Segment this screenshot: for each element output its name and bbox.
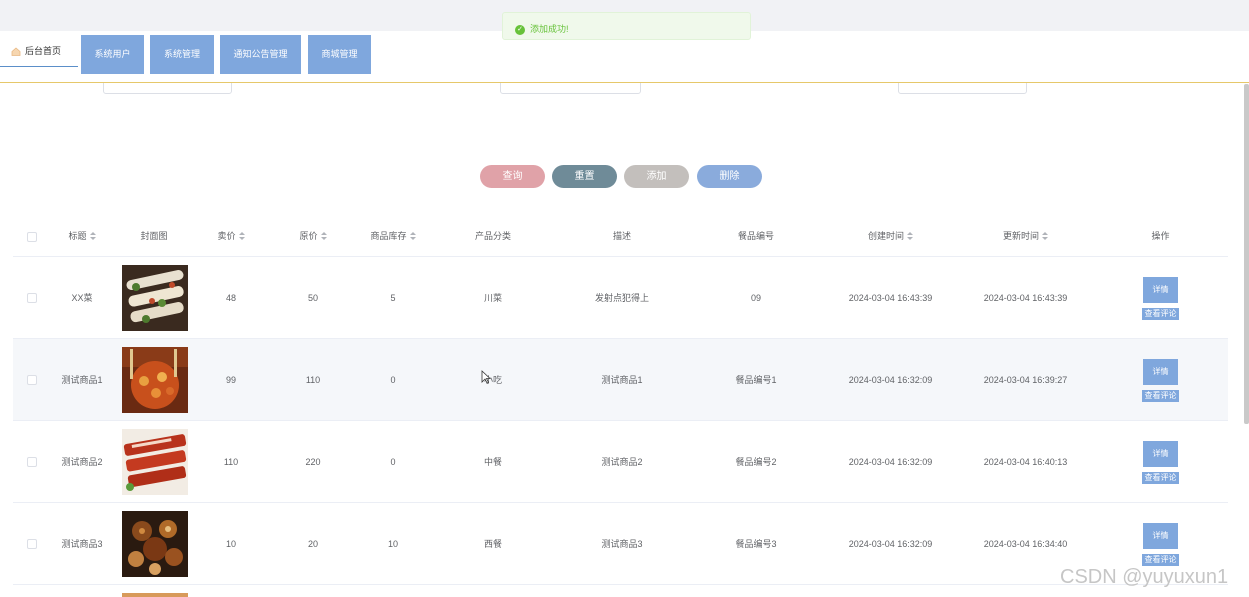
row-checkbox[interactable] — [27, 539, 37, 549]
watermark: CSDN @yuyuxun1 — [1060, 566, 1229, 588]
table-row: XX菜 48 50 5 川菜 发射点犯得上 09 2024-03-04 16:4… — [13, 257, 1228, 339]
cell-created: 2024-03-04 16:32:09 — [848, 375, 933, 385]
header-title[interactable]: 标题 — [53, 216, 111, 257]
cell-created: 2024-03-04 16:32:09 — [848, 539, 933, 549]
row-checkbox[interactable] — [27, 457, 37, 467]
sort-icon[interactable] — [907, 232, 913, 241]
cell-price: 99 — [225, 375, 236, 385]
table-row: 测试商品1 99 110 0 小吃 测试商品1 餐品编号1 2024-03-04… — [13, 339, 1228, 421]
delete-button[interactable]: 删除 — [697, 165, 762, 188]
nav-system-users-button[interactable]: 系统用户 — [81, 35, 144, 74]
cover-image — [122, 593, 188, 597]
view-reviews-button[interactable]: 查看评论 — [1142, 554, 1179, 566]
detail-button[interactable]: 详情 — [1143, 523, 1178, 549]
header-updated[interactable]: 更新时间 — [968, 216, 1083, 257]
cell-code: 餐品编号3 — [735, 539, 777, 549]
cell-price: 10 — [225, 539, 236, 549]
title-search-input[interactable] — [103, 83, 232, 94]
query-button[interactable]: 查询 — [480, 165, 545, 188]
header-code: 餐品编号 — [737, 231, 774, 241]
cell-description: 测试商品3 — [601, 539, 643, 549]
row-checkbox[interactable] — [27, 375, 37, 385]
header-original-price[interactable]: 原价 — [275, 216, 351, 257]
cover-image — [122, 511, 188, 577]
detail-button[interactable]: 详情 — [1143, 441, 1178, 467]
nav-mall-admin-button[interactable]: 商城管理 — [308, 35, 371, 74]
cell-category: 川菜 — [483, 293, 502, 303]
house-icon — [11, 47, 21, 57]
home-tab[interactable]: 后台首页 — [0, 39, 78, 67]
header-stock[interactable]: 商品库存 — [353, 216, 433, 257]
table-header: 标题 封面图 卖价 原价 商品库存 产品分类 描述 餐品编号 创建时间 更新时间… — [13, 216, 1228, 257]
home-tab-label: 后台首页 — [25, 46, 62, 56]
search-filter-row — [0, 83, 1249, 97]
cell-code: 餐品编号2 — [735, 457, 777, 467]
code-search-input[interactable] — [898, 83, 1027, 94]
cell-category: 小吃 — [483, 375, 502, 385]
nav-notice-admin-button[interactable]: 通知公告管理 — [220, 35, 301, 74]
check-circle-icon: ✓ — [515, 24, 525, 35]
product-table: 标题 封面图 卖价 原价 商品库存 产品分类 描述 餐品编号 创建时间 更新时间… — [13, 216, 1228, 597]
cell-title: 测试商品3 — [61, 539, 103, 549]
view-reviews-button[interactable]: 查看评论 — [1142, 472, 1179, 484]
cover-image — [122, 429, 188, 495]
cell-original-price: 110 — [305, 375, 321, 385]
cell-title: 测试商品2 — [61, 457, 103, 467]
table-row: 测试商品3 10 20 10 西餐 测试商品3 餐品编号3 2024-03-04… — [13, 503, 1228, 585]
header-description: 描述 — [612, 231, 631, 241]
sort-icon[interactable] — [320, 232, 327, 241]
header-cover: 封面图 — [140, 231, 168, 241]
cell-stock: 10 — [387, 539, 398, 549]
cell-category: 西餐 — [483, 539, 502, 549]
cell-original-price: 220 — [305, 457, 321, 467]
cell-description: 发射点犯得上 — [594, 293, 649, 303]
sort-icon[interactable] — [1042, 232, 1048, 241]
cover-image — [122, 265, 188, 331]
cell-stock: 0 — [390, 457, 396, 467]
cell-price: 110 — [223, 457, 239, 467]
sort-icon[interactable] — [409, 232, 416, 241]
reset-button[interactable]: 重置 — [552, 165, 617, 188]
cell-stock: 5 — [390, 293, 396, 303]
cell-original-price: 20 — [307, 539, 318, 549]
nav-system-admin-button[interactable]: 系统管理 — [150, 35, 214, 74]
view-reviews-button[interactable]: 查看评论 — [1142, 390, 1179, 402]
header-operations: 操作 — [1151, 231, 1170, 241]
cell-updated: 2024-03-04 16:39:27 — [983, 375, 1068, 385]
cell-updated: 2024-03-04 16:40:13 — [983, 457, 1068, 467]
header-created[interactable]: 创建时间 — [833, 216, 948, 257]
cell-original-price: 50 — [307, 293, 318, 303]
add-button[interactable]: 添加 — [624, 165, 689, 188]
cell-code: 09 — [750, 293, 761, 303]
cell-category: 中餐 — [483, 457, 502, 467]
page-scrollbar[interactable] — [1244, 84, 1249, 424]
view-reviews-button[interactable]: 查看评论 — [1142, 308, 1179, 320]
sort-icon[interactable] — [89, 232, 96, 241]
cell-title: 测试商品1 — [61, 375, 103, 385]
mouse-cursor-icon — [481, 370, 491, 384]
cell-price: 48 — [225, 293, 236, 303]
cell-updated: 2024-03-04 16:43:39 — [983, 293, 1068, 303]
detail-button[interactable]: 详情 — [1143, 277, 1178, 303]
cell-title: XX菜 — [71, 293, 93, 303]
cell-code: 餐品编号1 — [735, 375, 777, 385]
success-toast: ✓ 添加成功! — [502, 12, 751, 40]
cover-image — [122, 347, 188, 413]
header-category: 产品分类 — [474, 231, 511, 241]
detail-button[interactable]: 详情 — [1143, 359, 1178, 385]
category-search-select[interactable] — [500, 83, 641, 94]
sort-icon[interactable] — [238, 232, 245, 241]
header-price[interactable]: 卖价 — [193, 216, 269, 257]
cell-created: 2024-03-04 16:32:09 — [848, 457, 933, 467]
table-row: 测试商品2 110 220 0 中餐 测试商品2 餐品编号2 2024-03-0… — [13, 421, 1228, 503]
toast-message: 添加成功! — [530, 24, 569, 34]
cell-description: 测试商品2 — [601, 457, 643, 467]
cell-created: 2024-03-04 16:43:39 — [848, 293, 933, 303]
select-all-checkbox[interactable] — [27, 232, 37, 242]
cell-stock: 0 — [390, 375, 396, 385]
cell-description: 测试商品1 — [601, 375, 643, 385]
row-checkbox[interactable] — [27, 293, 37, 303]
